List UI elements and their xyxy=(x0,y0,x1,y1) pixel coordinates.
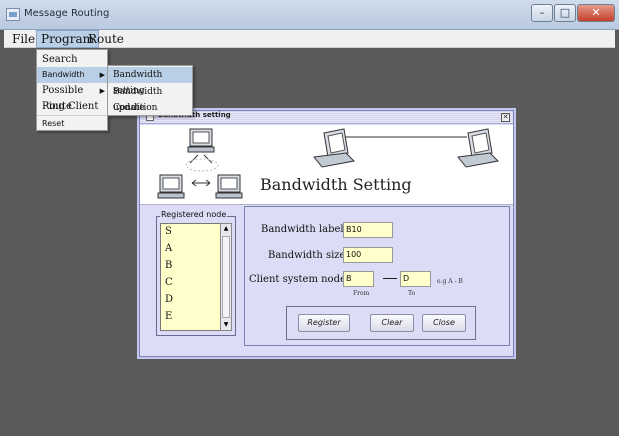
program-menu: Search Bandwidth ▶ Possible Route ▶ Ping C… xyxy=(36,49,108,131)
bandwidth-label-field[interactable]: B10 xyxy=(343,222,393,238)
to-caption: To xyxy=(408,290,416,297)
bandwidth-size-field[interactable]: 100 xyxy=(343,247,393,263)
close-window-button[interactable]: ✕ xyxy=(577,4,615,22)
minimize-button[interactable]: – xyxy=(531,4,553,22)
window-title: Message Routing xyxy=(24,8,110,19)
menu-item-possible-route[interactable]: Possible Route ▶ xyxy=(37,83,107,112)
bandwidth-setting-dialog: Bandwidth setting ✕ Bandwidth Setting Re… xyxy=(139,110,514,357)
maximize-button[interactable]: □ xyxy=(554,4,576,22)
banner-title: Bandwidth Setting xyxy=(260,175,412,194)
bandwidth-label-label: Bandwidth label xyxy=(261,224,344,235)
list-item[interactable]: E xyxy=(165,311,172,322)
from-caption: From xyxy=(353,290,370,297)
bandwidth-submenu: Bandwidth setting Bandwidth update Condi… xyxy=(107,65,193,116)
menubar: File Program Route xyxy=(4,30,615,48)
to-node-field[interactable]: D xyxy=(400,271,431,287)
list-item[interactable]: C xyxy=(165,277,173,288)
menu-route[interactable]: Route xyxy=(84,30,128,48)
menu-item-bandwidth-setting[interactable]: Bandwidth setting xyxy=(108,67,192,96)
scrollbar-thumb[interactable] xyxy=(222,236,230,318)
from-node-field[interactable]: B xyxy=(343,271,374,287)
register-button[interactable]: Register xyxy=(298,314,350,332)
menu-item-bandwidth[interactable]: Bandwidth ▶ xyxy=(37,67,107,83)
dialog-banner: Bandwidth Setting xyxy=(140,125,513,205)
menu-item-search[interactable]: Search xyxy=(37,52,107,68)
menu-item-ping-client[interactable]: Ping Client xyxy=(37,99,107,115)
client-node-label: Client system node xyxy=(249,274,346,285)
connected-computers-icon xyxy=(313,128,500,168)
close-button[interactable]: Close xyxy=(422,314,466,332)
menu-file[interactable]: File xyxy=(8,30,39,48)
app-icon xyxy=(6,8,20,21)
bandwidth-size-label: Bandwidth size xyxy=(268,250,346,261)
list-item[interactable]: S xyxy=(165,226,172,237)
clear-button[interactable]: Clear xyxy=(370,314,414,332)
scroll-up-icon[interactable]: ▲ xyxy=(221,224,231,234)
window-titlebar: Message Routing – □ ✕ xyxy=(0,0,619,30)
submenu-arrow-icon: ▶ xyxy=(99,71,105,79)
dialog-titlebar: Bandwidth setting ✕ xyxy=(140,111,513,124)
menu-item-label: Bandwidth xyxy=(42,70,85,79)
network-illustration-icon xyxy=(157,128,243,199)
submenu-arrow-icon: ▶ xyxy=(99,87,105,95)
menu-item-bandwidth-update[interactable]: Bandwidth update xyxy=(108,84,192,113)
list-item[interactable]: D xyxy=(165,294,173,305)
list-item[interactable]: A xyxy=(165,243,172,254)
menu-item-condition[interactable]: Condition xyxy=(108,100,192,116)
list-item[interactable]: B xyxy=(165,260,172,271)
registered-node-legend: Registered node xyxy=(160,210,228,219)
scroll-down-icon[interactable]: ▼ xyxy=(221,320,231,330)
menu-item-reset[interactable]: Reset xyxy=(37,115,107,131)
dialog-close-icon[interactable]: ✕ xyxy=(501,113,510,122)
example-hint: e.g A - B xyxy=(437,278,463,285)
range-dash xyxy=(383,278,397,279)
